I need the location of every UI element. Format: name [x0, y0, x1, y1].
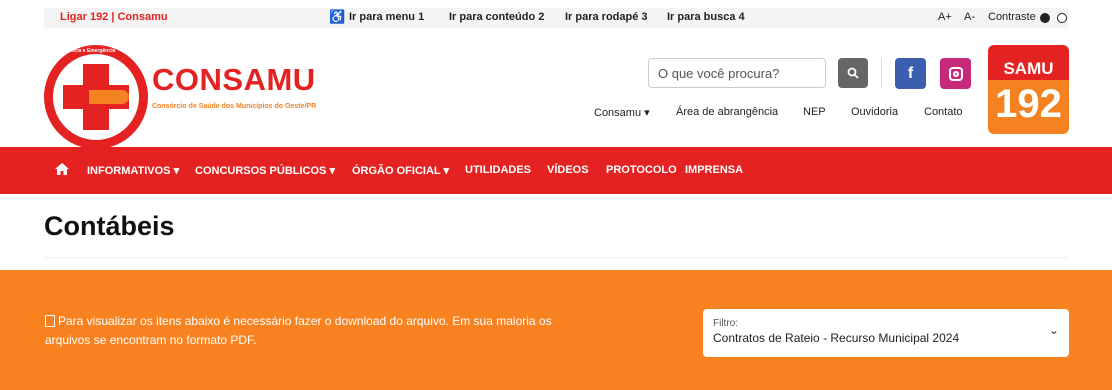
samu-number: 192	[988, 80, 1069, 134]
filter-label: Filtro:	[713, 318, 738, 329]
nav-utilidades[interactable]: UTILIDADES	[465, 164, 531, 176]
nav-videos[interactable]: VÍDEOS	[547, 164, 589, 176]
call-link[interactable]: Ligar 192 | Consamu	[60, 11, 168, 23]
subnav-consamu[interactable]: Consamu ▾	[594, 106, 650, 119]
filter-select[interactable]: Filtro: Contratos de Rateio - Recurso Mu…	[703, 309, 1069, 357]
logo-orange-swoosh	[89, 90, 129, 104]
title-divider	[44, 257, 1068, 258]
nav-orgao-oficial[interactable]: ÓRGÃO OFICIAL ▾	[352, 164, 449, 177]
nav-informativos[interactable]: INFORMATIVOS ▾	[87, 164, 179, 177]
subnav-area-abrangencia[interactable]: Área de abrangência	[676, 106, 778, 118]
subnav-ouvidoria[interactable]: Ouvidoria	[851, 106, 898, 118]
logo-ring-text: Urgência e Emergência	[60, 48, 116, 54]
skip-to-content-link[interactable]: Ir para conteúdo 2	[449, 11, 544, 23]
font-increase-button[interactable]: A+	[938, 11, 952, 23]
facebook-icon: f	[907, 64, 914, 82]
instagram-icon	[948, 66, 963, 81]
page-title: Contábeis	[44, 211, 175, 241]
header-divider	[881, 58, 882, 88]
search-input[interactable]	[648, 58, 826, 88]
font-decrease-button[interactable]: A-	[964, 11, 975, 23]
brand-name[interactable]: CONSAMU	[152, 62, 316, 98]
contrast-light-toggle[interactable]	[1057, 13, 1067, 23]
facebook-button[interactable]: f	[895, 58, 926, 89]
samu-label: SAMU	[988, 45, 1069, 80]
instagram-button[interactable]	[940, 58, 971, 89]
pdf-icon	[45, 315, 55, 327]
subnav-contato[interactable]: Contato	[924, 106, 963, 118]
download-notice: Para visualizar os itens abaixo é necess…	[45, 312, 565, 350]
contrast-dark-toggle[interactable]	[1040, 13, 1050, 23]
skip-to-footer-link[interactable]: Ir para rodapé 3	[565, 11, 648, 23]
nav-concursos-publicos[interactable]: CONCURSOS PÚBLICOS ▾	[195, 164, 335, 177]
skip-to-search-link[interactable]: Ir para busca 4	[667, 11, 745, 23]
top-bar-background	[44, 8, 1068, 28]
filter-value: Contratos de Rateio - Recurso Municipal …	[713, 331, 960, 345]
download-notice-text: Para visualizar os itens abaixo é necess…	[45, 314, 552, 347]
subnav-nep[interactable]: NEP	[803, 106, 826, 118]
brand-subtitle: Consórcio de Saúde dos Municípios do Oes…	[152, 103, 317, 110]
search-icon	[847, 67, 859, 79]
home-icon[interactable]	[55, 163, 69, 175]
search-button[interactable]	[838, 58, 868, 88]
nav-protocolo[interactable]: PROTOCOLO	[606, 164, 677, 176]
contrast-label: Contraste	[988, 11, 1036, 23]
chevron-down-icon: ⌄	[1048, 323, 1059, 337]
samu-192-badge[interactable]: SAMU 192	[988, 45, 1069, 134]
nav-imprensa[interactable]: IMPRENSA	[685, 164, 743, 176]
accessibility-icon: ♿	[329, 9, 346, 24]
skip-to-menu-link[interactable]: Ir para menu 1	[349, 11, 424, 23]
